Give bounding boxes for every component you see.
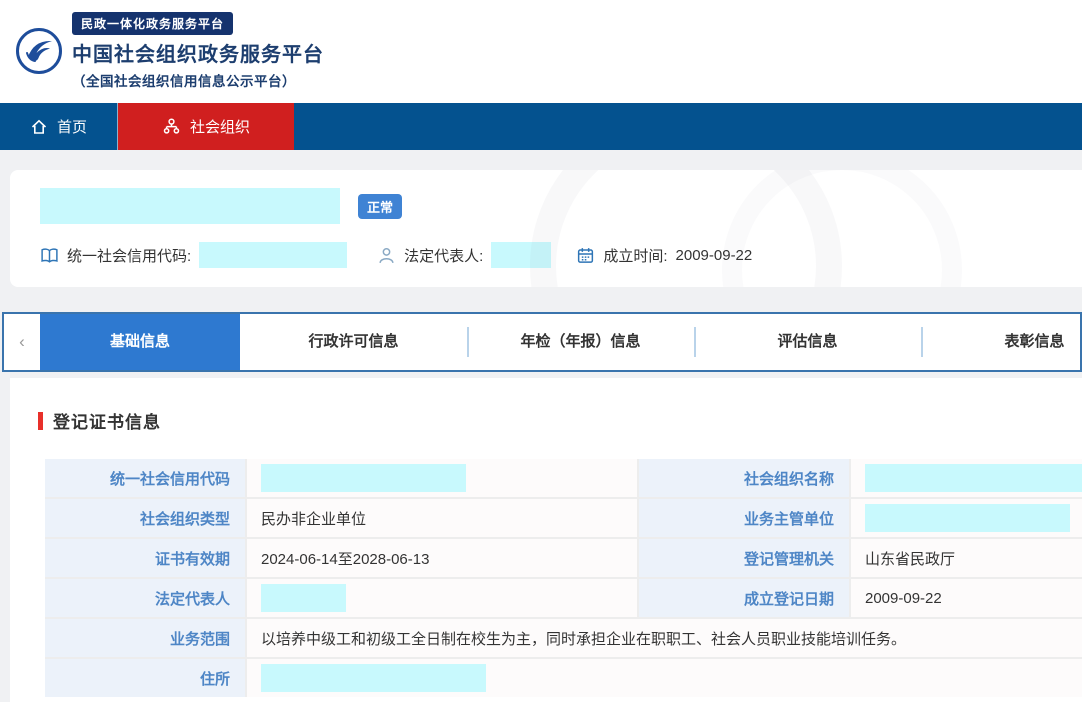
basic-info-panel: 登记证书信息 统一社会信用代码 社会组织名称 社会组织类型 民办非企业单位 业务… <box>10 378 1082 702</box>
nav-item-label: 社会组织 <box>190 116 250 137</box>
nav-item-label: 首页 <box>57 116 87 137</box>
tab-evaluation[interactable]: 评估信息 <box>694 314 921 370</box>
tab-basic-info[interactable]: 基础信息 <box>40 314 240 370</box>
table-value: 民办非企业单位 <box>247 499 637 537</box>
section-marker <box>38 412 43 430</box>
field-label: 统一社会信用代码: <box>67 245 191 266</box>
calendar-icon <box>576 246 595 265</box>
tabs-scroll-left-icon[interactable]: ‹ <box>4 332 40 352</box>
registration-cert-table: 统一社会信用代码 社会组织名称 社会组织类型 民办非企业单位 业务主管单位 证书… <box>45 459 1082 697</box>
org-icon <box>162 117 181 136</box>
credit-code-redacted <box>199 242 347 268</box>
section-title: 登记证书信息 <box>53 408 161 433</box>
site-logo <box>15 27 63 75</box>
table-label: 社会组织名称 <box>639 459 849 497</box>
table-value: 以培养中级工和初级工全日制在校生为主，同时承担企业在职职工、社会人员职业技能培训… <box>247 619 1082 657</box>
redacted-value <box>261 664 486 692</box>
redacted-value <box>865 464 1082 492</box>
table-label: 业务主管单位 <box>639 499 849 537</box>
site-title: 中国社会组织政务服务平台 <box>72 38 324 67</box>
site-header: 民政一体化政务服务平台 中国社会组织政务服务平台 （全国社会组织信用信息公示平台… <box>0 0 1082 103</box>
tab-commendation[interactable]: 表彰信息 <box>921 314 1082 370</box>
table-value <box>247 659 1082 697</box>
field-credit-code: 统一社会信用代码: <box>40 242 347 268</box>
table-value <box>247 579 637 617</box>
home-icon <box>30 118 48 136</box>
redacted-value <box>261 584 346 612</box>
person-icon <box>377 246 396 265</box>
table-value: 山东省民政厅 <box>851 539 1082 577</box>
table-label: 成立登记日期 <box>639 579 849 617</box>
field-value: 2009-09-22 <box>676 247 753 264</box>
table-value <box>247 459 637 497</box>
book-icon <box>40 246 59 265</box>
table-value <box>851 499 1082 537</box>
table-label: 社会组织类型 <box>45 499 245 537</box>
field-label: 法定代表人: <box>404 245 483 266</box>
redacted-value <box>865 504 1070 532</box>
status-badge: 正常 <box>358 194 402 219</box>
tab-admin-license[interactable]: 行政许可信息 <box>240 314 467 370</box>
table-value: 2024-06-14至2028-06-13 <box>247 539 637 577</box>
detail-tab-bar: ‹ 基础信息 行政许可信息 年检（年报）信息 评估信息 表彰信息 <box>2 312 1082 372</box>
logo-emblem-icon <box>15 27 63 75</box>
legal-rep-redacted <box>491 242 551 268</box>
field-legal-rep: 法定代表人: <box>377 242 551 268</box>
tab-annual-report[interactable]: 年检（年报）信息 <box>467 314 694 370</box>
org-name-redacted <box>40 188 340 224</box>
table-label: 统一社会信用代码 <box>45 459 245 497</box>
table-value <box>851 459 1082 497</box>
redacted-value <box>261 464 466 492</box>
site-subtitle: （全国社会组织信用信息公示平台） <box>72 70 324 90</box>
table-label: 住所 <box>45 659 245 697</box>
table-value: 2009-09-22 <box>851 579 1082 617</box>
nav-item-social-org[interactable]: 社会组织 <box>118 103 294 150</box>
table-label: 法定代表人 <box>45 579 245 617</box>
org-summary-card: 正常 统一社会信用代码: 法定代表人: 成立时间: 2009-09-2 <box>10 170 1082 287</box>
table-label: 业务范围 <box>45 619 245 657</box>
nav-item-home[interactable]: 首页 <box>0 103 117 150</box>
table-label: 登记管理机关 <box>639 539 849 577</box>
main-nav: 首页 社会组织 <box>0 103 1082 150</box>
field-label: 成立时间: <box>603 245 667 266</box>
table-label: 证书有效期 <box>45 539 245 577</box>
section-header: 登记证书信息 <box>38 408 1082 433</box>
field-establish-date: 成立时间: 2009-09-22 <box>576 245 752 266</box>
gov-platform-badge: 民政一体化政务服务平台 <box>72 12 233 35</box>
